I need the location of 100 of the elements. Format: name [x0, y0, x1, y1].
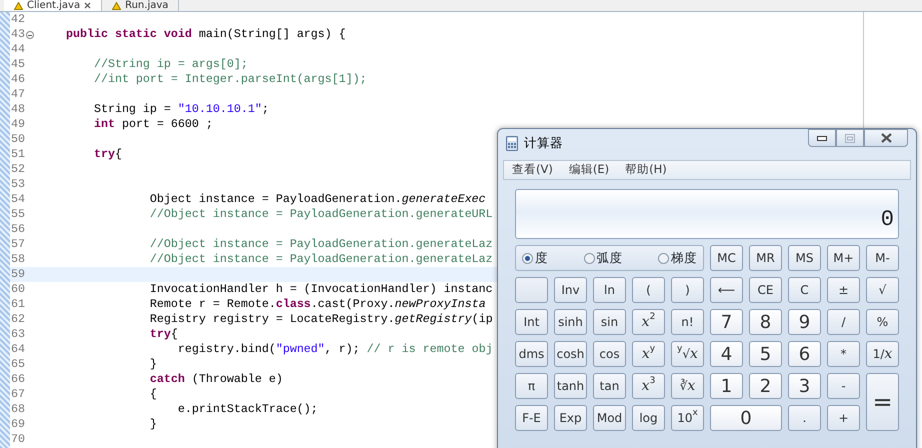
- window-title: 计算器: [524, 134, 563, 152]
- line-number: 62: [11, 312, 25, 327]
- function-button[interactable]: ∛x: [671, 373, 704, 399]
- code-line: Remote r = Remote.class.cast(Proxy.newProxyInsta: [148, 297, 486, 312]
- function-button[interactable]: .: [788, 405, 821, 431]
- angle-unit-radio[interactable]: 度: [522, 248, 548, 268]
- line-number: 50: [11, 132, 25, 147]
- function-button[interactable]: n!: [671, 309, 704, 335]
- line-number: 63: [11, 327, 25, 342]
- function-button[interactable]: F-E: [515, 405, 548, 431]
- memory-button[interactable]: MC: [710, 245, 743, 271]
- function-button[interactable]: +: [827, 405, 860, 431]
- angle-unit-radio[interactable]: 梯度: [658, 248, 697, 268]
- minimize-button[interactable]: [808, 129, 836, 147]
- function-button[interactable]: log: [632, 405, 665, 431]
- function-button[interactable]: x$^{3}$: [632, 373, 665, 399]
- code-line: int port = 6600 ;: [92, 117, 213, 132]
- line-number: 58: [11, 252, 25, 267]
- function-button[interactable]: %: [866, 309, 899, 335]
- function-button[interactable]: CE: [749, 277, 782, 303]
- function-button[interactable]: ): [671, 277, 704, 303]
- function-button[interactable]: C: [788, 277, 821, 303]
- memory-button[interactable]: M-: [866, 245, 899, 271]
- function-button[interactable]: =: [866, 373, 899, 431]
- radio-icon[interactable]: [584, 252, 594, 264]
- digit-button[interactable]: 1: [710, 373, 743, 399]
- maximize-icon: [845, 134, 855, 142]
- close-button[interactable]: [864, 129, 908, 147]
- line-number: 70: [11, 432, 25, 447]
- code-line: registry.bind("pwned", r); // r is remote obj: [176, 342, 493, 357]
- function-button[interactable]: √: [866, 277, 899, 303]
- code-line: //int port = Integer.parseInt(args[1]);: [92, 72, 367, 87]
- function-button[interactable]: ln: [593, 277, 626, 303]
- function-button[interactable]: ±: [827, 277, 860, 303]
- function-button[interactable]: sinh: [554, 309, 587, 335]
- line-number: 56: [11, 222, 25, 237]
- radio-icon[interactable]: [658, 252, 669, 264]
- display-value: 0: [880, 208, 894, 232]
- warning-file-icon: [14, 2, 23, 10]
- menu-item[interactable]: 查看(V): [504, 161, 561, 179]
- digit-button[interactable]: 5: [749, 341, 782, 367]
- code-line: try{: [148, 327, 178, 342]
- function-button[interactable]: Int: [515, 309, 548, 335]
- code-line: try{: [92, 147, 122, 162]
- code-line: }: [148, 417, 157, 432]
- digit-button[interactable]: 2: [749, 373, 782, 399]
- digit-button[interactable]: 0: [710, 405, 782, 431]
- function-button[interactable]: π: [515, 373, 548, 399]
- function-button[interactable]: dms: [515, 341, 548, 367]
- menu-item[interactable]: 编辑(E): [560, 161, 618, 179]
- function-button[interactable]: x$^{y}$: [632, 341, 665, 367]
- function-button[interactable]: *: [827, 341, 860, 367]
- code-line: Object instance = PayloadGeneration.generateExec: [148, 192, 486, 207]
- memory-button[interactable]: M+: [827, 245, 860, 271]
- close-icon[interactable]: [84, 2, 92, 9]
- digit-button[interactable]: 9: [788, 309, 821, 335]
- digit-button[interactable]: 3: [788, 373, 821, 399]
- line-number: 42: [11, 12, 25, 27]
- function-button[interactable]: cos: [593, 341, 626, 367]
- code-line: //String ip = args[0];: [92, 57, 248, 72]
- memory-button[interactable]: MR: [749, 245, 782, 271]
- function-button[interactable]: Inv: [554, 277, 587, 303]
- editor-tab[interactable]: Run.java: [102, 0, 180, 11]
- code-line: //Object instance = PayloadGeneration.generateURL: [148, 207, 493, 222]
- digit-button[interactable]: 4: [710, 341, 743, 367]
- code-line: }: [148, 357, 157, 372]
- function-button[interactable]: Mod: [593, 405, 626, 431]
- function-button[interactable]: $^{y}$√x: [671, 341, 704, 367]
- function-button[interactable]: (: [632, 277, 665, 303]
- function-button[interactable]: /: [827, 309, 860, 335]
- function-button[interactable]: sin: [593, 309, 626, 335]
- editor-tab[interactable]: Client.java: [4, 0, 102, 11]
- function-button[interactable]: Exp: [554, 405, 587, 431]
- radio-icon[interactable]: [522, 252, 533, 264]
- collapse-icon[interactable]: [26, 30, 34, 38]
- line-number: 60: [11, 282, 25, 297]
- code-line: e.printStackTrace();: [176, 402, 318, 417]
- code-line: {: [148, 387, 157, 402]
- function-button[interactable]: 10$^{x}$: [671, 405, 704, 431]
- function-button[interactable]: 1/x: [866, 341, 899, 367]
- function-button[interactable]: tan: [593, 373, 626, 399]
- line-number: 66: [11, 372, 25, 387]
- line-number: 67: [11, 387, 25, 402]
- line-number: 45: [11, 57, 25, 72]
- line-number: 61: [11, 297, 25, 312]
- function-button[interactable]: cosh: [554, 341, 587, 367]
- memory-button[interactable]: MS: [788, 245, 821, 271]
- digit-button[interactable]: 8: [749, 309, 782, 335]
- function-button[interactable]: ⟵: [710, 277, 743, 303]
- menu-item[interactable]: 帮助(H): [617, 161, 675, 179]
- line-number: 65: [11, 357, 25, 372]
- angle-unit-radio[interactable]: 弧度: [584, 248, 622, 268]
- digit-button[interactable]: 6: [788, 341, 821, 367]
- function-button[interactable]: -: [827, 373, 860, 399]
- code-line: catch (Throwable e): [148, 372, 283, 387]
- function-button[interactable]: tanh: [554, 373, 587, 399]
- code-line: Registry registry = LocateRegistry.getRegistry(ip: [148, 312, 493, 327]
- function-button[interactable]: x$^{2}$: [632, 309, 665, 335]
- digit-button[interactable]: 7: [710, 309, 743, 335]
- calculator-icon: [506, 136, 518, 150]
